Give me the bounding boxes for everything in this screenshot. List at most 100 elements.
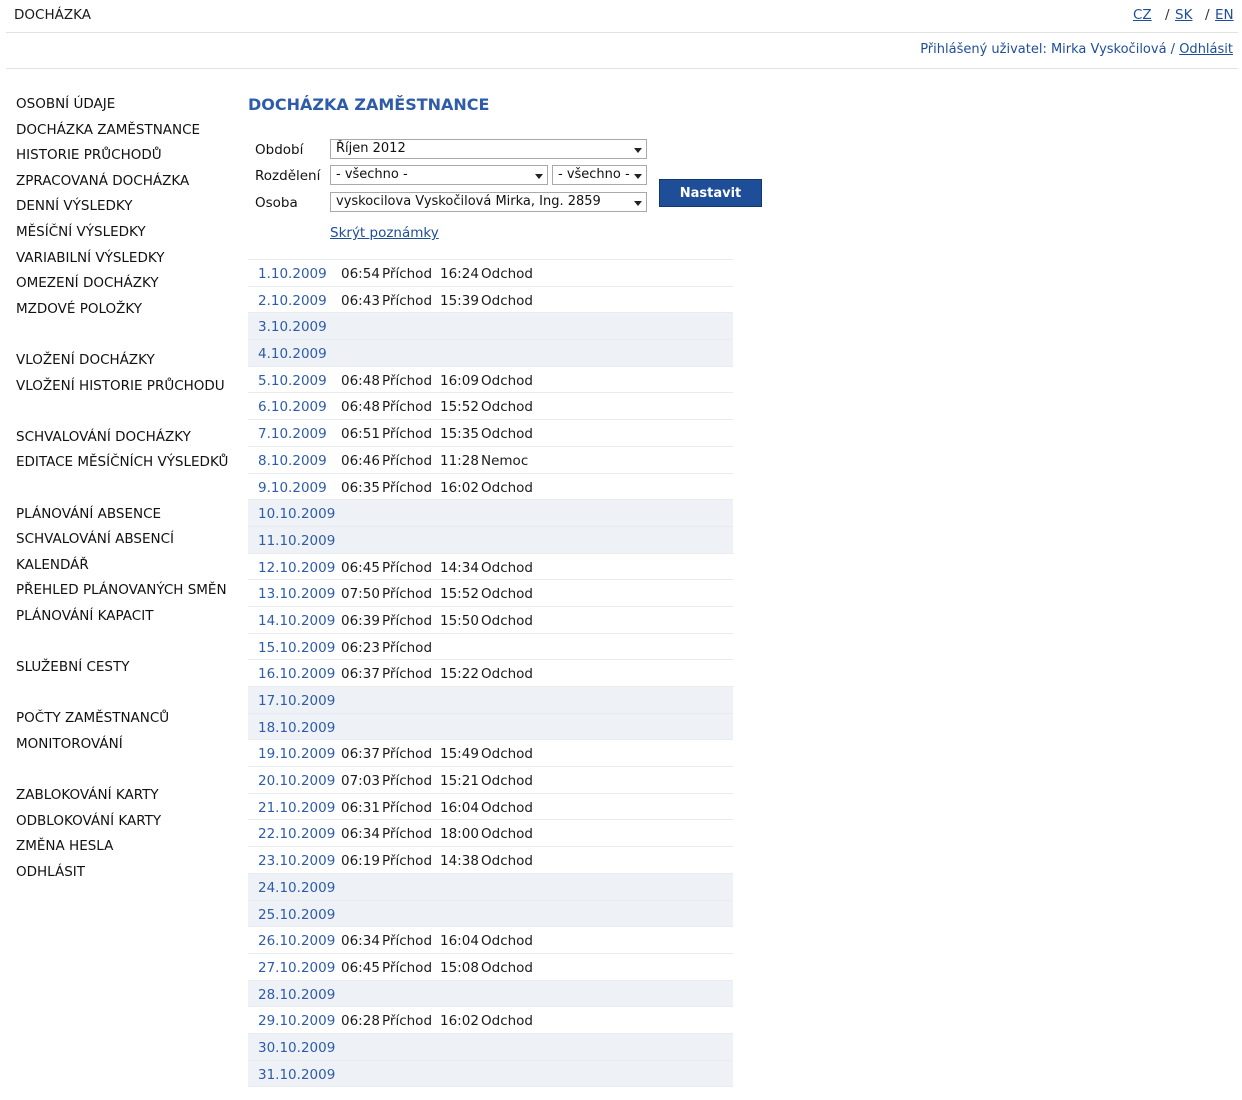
date-link[interactable]: 13.10.2009	[258, 586, 335, 602]
lang-en-link[interactable]: EN	[1215, 7, 1234, 23]
date-link[interactable]: 22.10.2009	[258, 826, 335, 842]
date-link[interactable]: 2.10.2009	[258, 293, 327, 309]
sidebar-item[interactable]: MZDOVÉ POLOŽKY	[16, 297, 241, 323]
date-link[interactable]: 17.10.2009	[258, 693, 335, 709]
date-link[interactable]: 30.10.2009	[258, 1040, 335, 1056]
arrival-type: Příchod	[382, 452, 433, 469]
date-link[interactable]: 9.10.2009	[258, 480, 327, 496]
arrival-time: 06:23	[341, 639, 380, 656]
date-link[interactable]: 24.10.2009	[258, 880, 335, 896]
sidebar-item[interactable]: HISTORIE PRŮCHODŮ	[16, 143, 241, 169]
date-link[interactable]: 20.10.2009	[258, 773, 335, 789]
sidebar-item[interactable]: PLÁNOVÁNÍ ABSENCE	[16, 502, 241, 528]
sidebar-item[interactable]: ODBLOKOVÁNÍ KARTY	[16, 809, 241, 835]
date-link[interactable]: 23.10.2009	[258, 853, 335, 869]
arrival-type: Příchod	[382, 372, 433, 389]
departure-time: 18:00	[440, 826, 479, 843]
date-link[interactable]: 6.10.2009	[258, 399, 327, 415]
sidebar-item[interactable]: ZABLOKOVÁNÍ KARTY	[16, 783, 241, 809]
sidebar-item[interactable]: SCHVALOVÁNÍ ABSENCÍ	[16, 527, 241, 553]
arrival-time: 06:34	[341, 933, 380, 950]
division-select-1[interactable]: - všechno -	[330, 165, 548, 185]
date-link[interactable]: 7.10.2009	[258, 426, 327, 442]
hide-notes-link[interactable]: Skrýt poznámky	[330, 225, 439, 241]
date-link[interactable]: 12.10.2009	[258, 560, 335, 576]
date-link[interactable]: 31.10.2009	[258, 1067, 335, 1083]
departure-type: Odchod	[481, 292, 534, 309]
date-link[interactable]: 19.10.2009	[258, 746, 335, 762]
sidebar-item[interactable]: ZPRACOVANÁ DOCHÁZKA	[16, 169, 241, 195]
sidebar-item[interactable]: EDITACE MĚSÍČNÍCH VÝSLEDKŮ	[16, 450, 241, 476]
date-link[interactable]: 18.10.2009	[258, 720, 335, 736]
page-title: DOCHÁZKA ZAMĚSTNANCE	[248, 95, 490, 114]
sidebar-item[interactable]: SCHVALOVÁNÍ DOCHÁZKY	[16, 425, 241, 451]
sidebar-item[interactable]: DOCHÁZKA ZAMĚSTNANCE	[16, 118, 241, 144]
departure-time: 15:52	[440, 586, 479, 603]
departure-type: Odchod	[481, 959, 534, 976]
sidebar-item[interactable]: ZMĚNA HESLA	[16, 834, 241, 860]
arrival-time: 06:51	[341, 426, 380, 443]
arrival-time: 06:31	[341, 799, 380, 816]
date-link[interactable]: 15.10.2009	[258, 640, 335, 656]
sidebar-item[interactable]: SLUŽEBNÍ CESTY	[16, 655, 241, 681]
date-link[interactable]: 27.10.2009	[258, 960, 335, 976]
table-row: 14.10.2009 06:39 Příchod 15:50 Odchod	[248, 606, 733, 634]
sidebar-item[interactable]: OSOBNÍ ÚDAJE	[16, 92, 241, 118]
period-select[interactable]: Říjen 2012	[330, 139, 647, 159]
departure-type: Odchod	[481, 372, 534, 389]
departure-time: 16:02	[440, 1013, 479, 1030]
top-bar: DOCHÁZKA CZ / SK / EN	[6, 0, 1238, 33]
lang-cz-link[interactable]: CZ	[1133, 7, 1152, 23]
date-link[interactable]: 5.10.2009	[258, 373, 327, 389]
date-link[interactable]: 21.10.2009	[258, 800, 335, 816]
chevron-down-icon	[634, 201, 642, 206]
arrival-time: 06:45	[341, 559, 380, 576]
date-link[interactable]: 10.10.2009	[258, 506, 335, 522]
table-row: 8.10.2009 06:46 Příchod 11:28 Nemoc	[248, 446, 733, 474]
division-select-2[interactable]: - všechno -	[552, 165, 647, 185]
sidebar-item[interactable]: ODHLÁSIT	[16, 860, 241, 886]
sidebar-item[interactable]: KALENDÁŘ	[16, 553, 241, 579]
departure-time: 16:04	[440, 933, 479, 950]
departure-type: Odchod	[481, 612, 534, 629]
sidebar-item[interactable]: VLOŽENÍ DOCHÁZKY	[16, 348, 241, 374]
submit-button[interactable]: Nastavit	[659, 179, 762, 207]
date-link[interactable]: 26.10.2009	[258, 933, 335, 949]
date-link[interactable]: 14.10.2009	[258, 613, 335, 629]
date-link[interactable]: 8.10.2009	[258, 453, 327, 469]
departure-type: Odchod	[481, 666, 534, 683]
date-link[interactable]: 25.10.2009	[258, 907, 335, 923]
person-select[interactable]: vyskocilova Vyskočilová Mirka, Ing. 2859	[330, 192, 647, 212]
arrival-type: Příchod	[382, 826, 433, 843]
departure-type: Odchod	[481, 1013, 534, 1030]
period-select-value: Říjen 2012	[336, 141, 406, 156]
arrival-type: Příchod	[382, 266, 433, 282]
sidebar-item[interactable]: PLÁNOVÁNÍ KAPACIT	[16, 604, 241, 630]
sidebar-item[interactable]: PŘEHLED PLÁNOVANÝCH SMĚN	[16, 578, 241, 604]
lang-sk-link[interactable]: SK	[1175, 7, 1192, 23]
date-link[interactable]: 11.10.2009	[258, 533, 335, 549]
sidebar-item[interactable]: MONITOROVÁNÍ	[16, 732, 241, 758]
date-link[interactable]: 4.10.2009	[258, 346, 327, 362]
arrival-time: 06:37	[341, 746, 380, 763]
arrival-type: Příchod	[382, 853, 433, 870]
table-row: 5.10.2009 06:48 Příchod 16:09 Odchod	[248, 366, 733, 394]
sidebar-item[interactable]: VLOŽENÍ HISTORIE PRŮCHODU	[16, 374, 241, 400]
sidebar-item[interactable]: OMEZENÍ DOCHÁZKY	[16, 271, 241, 297]
lang-separator: /	[1205, 7, 1210, 23]
date-link[interactable]: 1.10.2009	[258, 266, 327, 282]
arrival-time: 06:28	[341, 1013, 380, 1030]
date-link[interactable]: 29.10.2009	[258, 1013, 335, 1029]
table-row: 21.10.2009 06:31 Příchod 16:04 Odchod	[248, 793, 733, 821]
date-link[interactable]: 3.10.2009	[258, 319, 327, 335]
sidebar-item[interactable]: VARIABILNÍ VÝSLEDKY	[16, 246, 241, 272]
date-link[interactable]: 28.10.2009	[258, 987, 335, 1003]
arrival-type: Příchod	[382, 799, 433, 816]
sidebar-item[interactable]: MĚSÍČNÍ VÝSLEDKY	[16, 220, 241, 246]
logout-link[interactable]: Odhlásit	[1179, 42, 1233, 57]
date-link[interactable]: 16.10.2009	[258, 666, 335, 682]
sidebar-item[interactable]: POČTY ZAMĚSTNANCŮ	[16, 706, 241, 732]
sidebar-item[interactable]: DENNÍ VÝSLEDKY	[16, 194, 241, 220]
departure-time: 15:08	[440, 959, 479, 976]
